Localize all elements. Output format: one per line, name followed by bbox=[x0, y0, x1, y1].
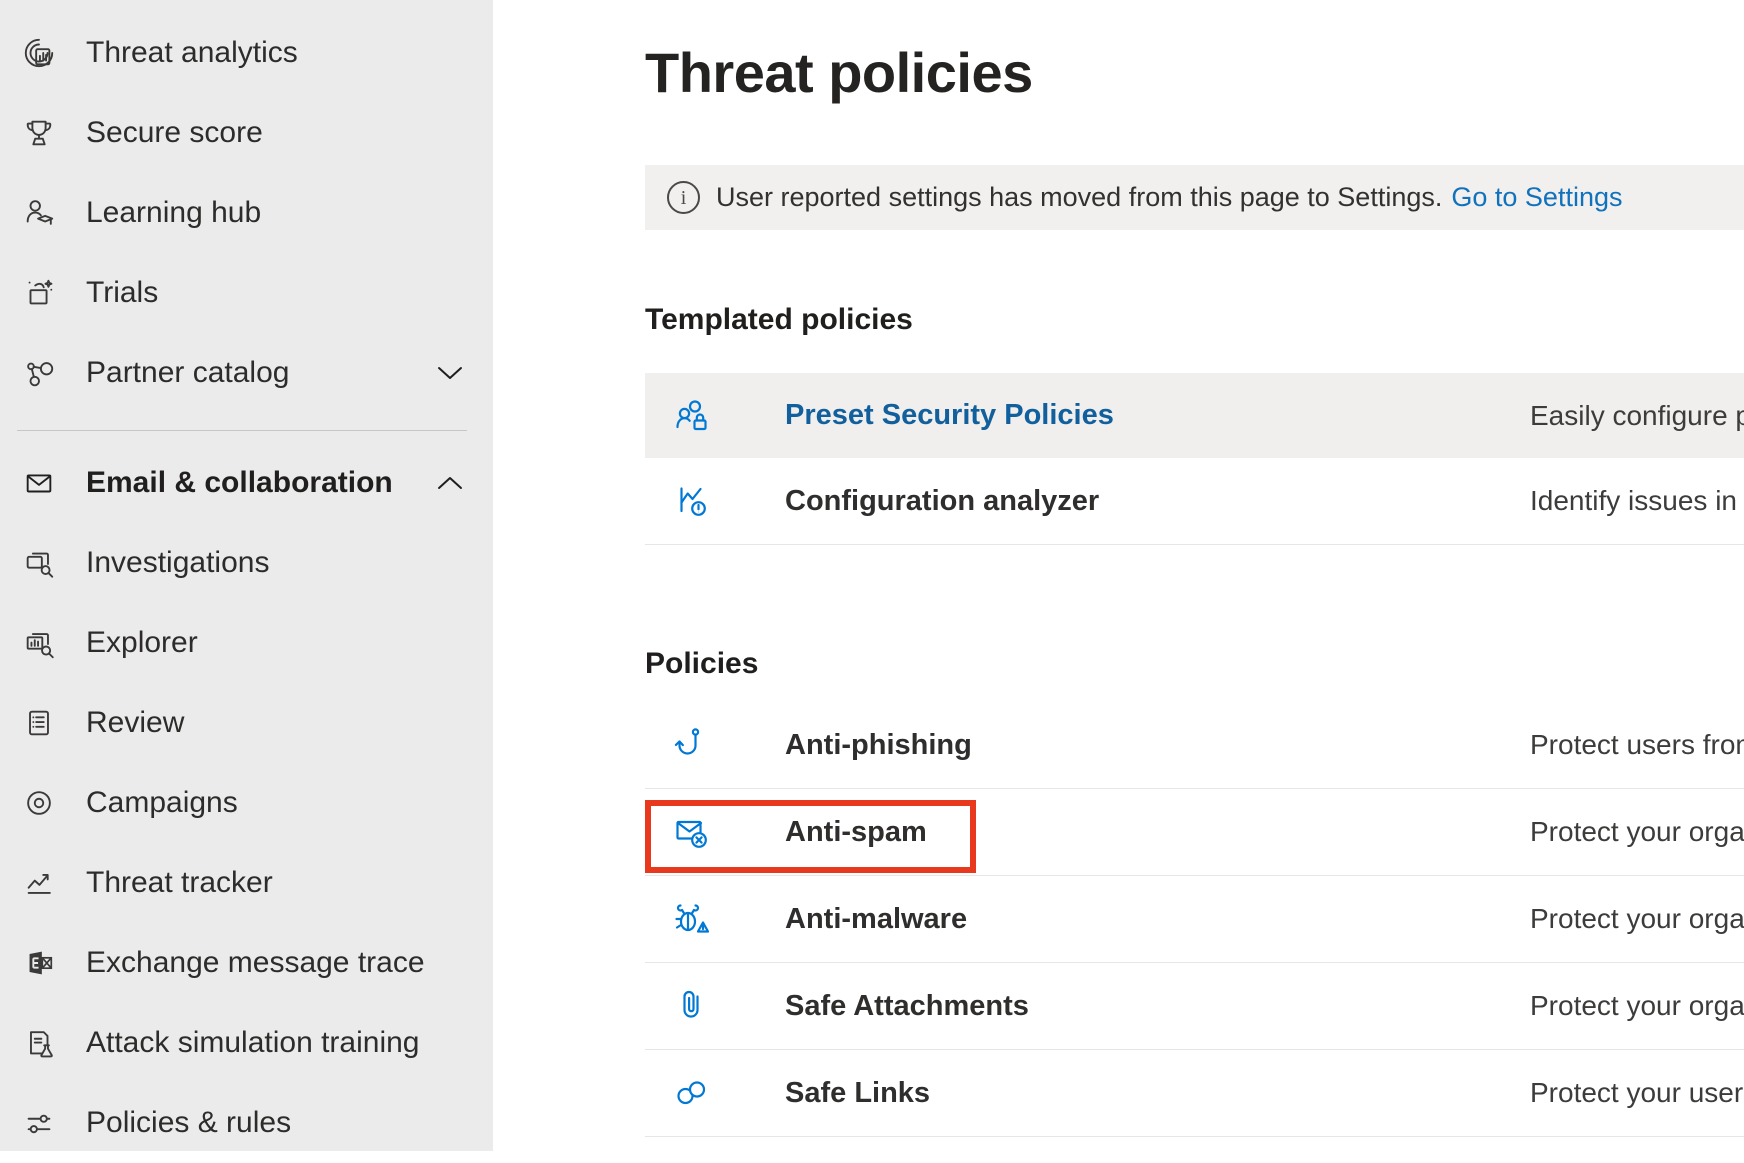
info-banner: i User reported settings has moved from … bbox=[645, 165, 1744, 230]
sidebar-item-label: Policies & rules bbox=[86, 1106, 291, 1140]
chevron-down-icon[interactable] bbox=[437, 365, 463, 381]
sidebar-divider bbox=[17, 430, 467, 431]
sidebar: Threat analytics Secure score Learning h… bbox=[0, 0, 493, 1151]
policy-name[interactable]: Anti-spam bbox=[785, 816, 927, 849]
anti-malware-icon bbox=[672, 899, 712, 939]
row-configuration-analyzer[interactable]: Configuration analyzer Identify issues i… bbox=[645, 458, 1744, 545]
safe-links-icon bbox=[672, 1073, 712, 1113]
sidebar-item-label: Review bbox=[86, 706, 184, 740]
policy-name[interactable]: Anti-phishing bbox=[785, 729, 972, 762]
sidebar-item-threat-analytics[interactable]: Threat analytics bbox=[0, 13, 493, 93]
sidebar-item-label: Campaigns bbox=[86, 786, 238, 820]
review-icon bbox=[22, 706, 56, 740]
sidebar-item-label: Threat analytics bbox=[86, 36, 298, 70]
main-content: Threat policies i User reported settings… bbox=[645, 0, 1744, 1151]
sidebar-item-review[interactable]: Review bbox=[0, 683, 493, 763]
sidebar-item-attack-simulation-training[interactable]: Attack simulation training bbox=[0, 1003, 493, 1083]
sidebar-item-email-collaboration[interactable]: Email & collaboration bbox=[0, 443, 493, 523]
sidebar-item-exchange-message-trace[interactable]: Exchange message trace bbox=[0, 923, 493, 1003]
row-anti-phishing[interactable]: Anti-phishing Protect users from p bbox=[645, 702, 1744, 789]
policies-list: Anti-phishing Protect users from p Anti-… bbox=[645, 702, 1744, 1137]
templated-policies-heading: Templated policies bbox=[645, 303, 913, 337]
page-title: Threat policies bbox=[645, 40, 1033, 105]
secure-score-icon bbox=[22, 116, 56, 150]
row-anti-malware[interactable]: Anti-malware Protect your organiz bbox=[645, 876, 1744, 963]
sidebar-item-label: Secure score bbox=[86, 116, 263, 150]
sidebar-item-threat-tracker[interactable]: Threat tracker bbox=[0, 843, 493, 923]
policy-description: Easily configure prot bbox=[1530, 400, 1744, 432]
anti-spam-icon bbox=[672, 812, 712, 852]
row-safe-attachments[interactable]: Safe Attachments Protect your organiz bbox=[645, 963, 1744, 1050]
sidebar-item-policies-rules[interactable]: Policies & rules bbox=[0, 1083, 493, 1163]
exchange-message-trace-icon bbox=[22, 946, 56, 980]
policies-heading: Policies bbox=[645, 647, 758, 681]
policy-name[interactable]: Safe Links bbox=[785, 1077, 930, 1110]
sidebar-item-label: Attack simulation training bbox=[86, 1026, 420, 1060]
row-safe-links[interactable]: Safe Links Protect your users fr bbox=[645, 1050, 1744, 1137]
investigations-icon bbox=[22, 546, 56, 580]
templated-policies-list: Preset Security Policies Easily configur… bbox=[645, 373, 1744, 545]
go-to-settings-link[interactable]: Go to Settings bbox=[1451, 182, 1622, 213]
row-anti-spam[interactable]: Anti-spam Protect your organiz bbox=[645, 789, 1744, 876]
sidebar-item-label: Partner catalog bbox=[86, 356, 289, 390]
partner-catalog-icon bbox=[22, 356, 56, 390]
policy-description: Protect users from p bbox=[1530, 729, 1744, 761]
banner-message: User reported settings has moved from th… bbox=[716, 182, 1442, 213]
trials-icon bbox=[22, 276, 56, 310]
sidebar-item-learning-hub[interactable]: Learning hub bbox=[0, 173, 493, 253]
policy-name[interactable]: Anti-malware bbox=[785, 903, 967, 936]
preset-security-policies-icon bbox=[672, 396, 712, 436]
policy-description: Protect your users fr bbox=[1530, 1077, 1744, 1109]
policy-description: Identify issues in you bbox=[1530, 485, 1744, 517]
email-collaboration-icon bbox=[22, 466, 56, 500]
sidebar-item-label: Learning hub bbox=[86, 196, 261, 230]
sidebar-item-label: Trials bbox=[86, 276, 158, 310]
threat-analytics-icon bbox=[22, 36, 56, 70]
chevron-up-icon[interactable] bbox=[437, 475, 463, 491]
explorer-icon bbox=[22, 626, 56, 660]
sidebar-item-partner-catalog[interactable]: Partner catalog bbox=[0, 333, 493, 413]
policy-description: Protect your organiz bbox=[1530, 903, 1744, 935]
info-icon: i bbox=[667, 181, 700, 214]
policies-rules-icon bbox=[22, 1106, 56, 1140]
configuration-analyzer-icon bbox=[672, 481, 712, 521]
sidebar-item-label: Email & collaboration bbox=[86, 466, 393, 500]
policy-name[interactable]: Safe Attachments bbox=[785, 990, 1029, 1023]
sidebar-item-campaigns[interactable]: Campaigns bbox=[0, 763, 493, 843]
sidebar-item-label: Investigations bbox=[86, 546, 269, 580]
attack-simulation-training-icon bbox=[22, 1026, 56, 1060]
sidebar-item-label: Exchange message trace bbox=[86, 946, 425, 980]
sidebar-item-label: Threat tracker bbox=[86, 866, 273, 900]
sidebar-item-secure-score[interactable]: Secure score bbox=[0, 93, 493, 173]
sidebar-item-investigations[interactable]: Investigations bbox=[0, 523, 493, 603]
row-preset-security-policies[interactable]: Preset Security Policies Easily configur… bbox=[645, 373, 1744, 458]
policy-name[interactable]: Configuration analyzer bbox=[785, 485, 1099, 518]
campaigns-icon bbox=[22, 786, 56, 820]
policy-name-link[interactable]: Preset Security Policies bbox=[785, 399, 1114, 432]
sidebar-item-explorer[interactable]: Explorer bbox=[0, 603, 493, 683]
sidebar-item-trials[interactable]: Trials bbox=[0, 253, 493, 333]
threat-tracker-icon bbox=[22, 866, 56, 900]
sidebar-item-label: Explorer bbox=[86, 626, 198, 660]
safe-attachments-icon bbox=[672, 986, 712, 1026]
anti-phishing-icon bbox=[672, 725, 712, 765]
policy-description: Protect your organiz bbox=[1530, 816, 1744, 848]
learning-hub-icon bbox=[22, 196, 56, 230]
policy-description: Protect your organiz bbox=[1530, 990, 1744, 1022]
